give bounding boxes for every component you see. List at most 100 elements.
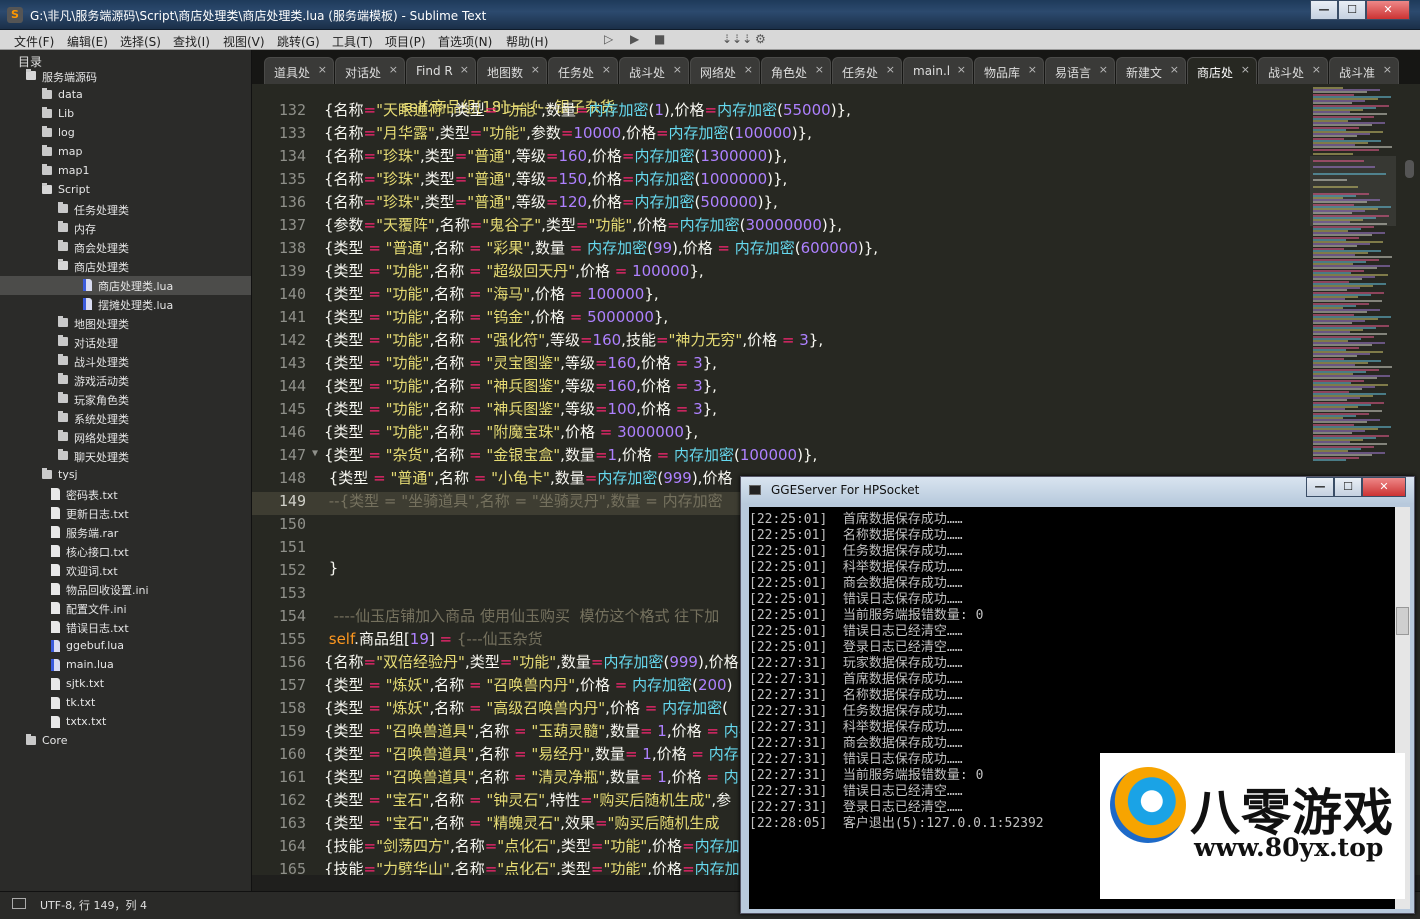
tab-label: 网络处 xyxy=(700,66,737,80)
tree-item[interactable]: 更新日志.txt xyxy=(0,504,251,523)
tree-item[interactable]: 服务端源码 xyxy=(0,67,251,86)
console-minimize-button[interactable]: — xyxy=(1306,477,1334,497)
gear-icon[interactable]: ⚙ xyxy=(755,32,766,46)
tab-close-icon[interactable]: × xyxy=(602,63,611,76)
code-token: = xyxy=(545,147,559,165)
tree-item[interactable]: Lib xyxy=(0,105,251,124)
step-icon[interactable]: ▶ xyxy=(630,32,639,46)
tree-item[interactable]: sjtk.txt xyxy=(0,675,251,694)
tree-item[interactable]: 欢迎词.txt xyxy=(0,561,251,580)
tree-item[interactable]: 玩家角色类 xyxy=(0,390,251,409)
menu-find[interactable]: 查找(I) xyxy=(173,33,210,50)
maximize-button[interactable]: ☐ xyxy=(1338,0,1366,20)
tree-item[interactable]: 摆摊处理类.lua xyxy=(0,295,251,314)
minimize-button[interactable]: — xyxy=(1310,0,1338,20)
tree-item[interactable]: 物品回收设置.ini xyxy=(0,580,251,599)
tree-item[interactable]: main.lua xyxy=(0,656,251,675)
menu-view[interactable]: 视图(V) xyxy=(223,33,265,50)
tree-item[interactable]: 配置文件.ini xyxy=(0,599,251,618)
tree-item[interactable]: 内存 xyxy=(0,219,251,238)
menu-help[interactable]: 帮助(H) xyxy=(506,33,548,50)
tree-item[interactable]: map1 xyxy=(0,162,251,181)
tab-item[interactable]: 物品库 × xyxy=(974,57,1044,84)
tab-item[interactable]: 任务处 × xyxy=(832,57,902,84)
menu-project[interactable]: 项目(P) xyxy=(385,33,426,50)
tab-close-icon[interactable]: × xyxy=(1383,63,1392,76)
code-token: ] xyxy=(428,630,440,648)
tree-item[interactable]: 任务处理类 xyxy=(0,200,251,219)
tab-item[interactable]: main.l × xyxy=(903,57,973,84)
menu-tools[interactable]: 工具(T) xyxy=(332,33,373,50)
tab-close-icon[interactable]: × xyxy=(815,63,824,76)
menu-file[interactable]: 文件(F) xyxy=(14,33,54,50)
tab-close-icon[interactable]: × xyxy=(318,63,327,76)
tab-close-icon[interactable]: × xyxy=(886,63,895,76)
tree-item-label: 商店处理类.lua xyxy=(98,280,174,293)
tab-close-icon[interactable]: × xyxy=(460,63,469,76)
console-scroll-thumb[interactable] xyxy=(1396,607,1409,635)
tree-item[interactable]: data xyxy=(0,86,251,105)
tab-close-icon[interactable]: × xyxy=(1241,63,1250,76)
tree-item[interactable]: ggebuf.lua xyxy=(0,637,251,656)
code-token: ,价格 xyxy=(575,676,615,694)
tree-item[interactable]: 服务端.rar xyxy=(0,523,251,542)
menu-edit[interactable]: 编辑(E) xyxy=(67,33,108,50)
tree-item[interactable]: 商店处理类.lua xyxy=(0,276,251,295)
play-icon[interactable]: ▷ xyxy=(604,32,613,46)
tab-item[interactable]: 网络处 × xyxy=(690,57,760,84)
tree-item[interactable]: 商会处理类 xyxy=(0,238,251,257)
tab-close-icon[interactable]: × xyxy=(744,63,753,76)
tree-item[interactable]: Script xyxy=(0,181,251,200)
tree-item[interactable]: 错误日志.txt xyxy=(0,618,251,637)
scrollbar-thumb[interactable] xyxy=(1405,160,1414,178)
menu-selection[interactable]: 选择(S) xyxy=(120,33,161,50)
tree-item[interactable]: 网络处理类 xyxy=(0,428,251,447)
step-over-icon[interactable]: ⇣⇣⇣ xyxy=(722,32,752,46)
tree-item[interactable]: map xyxy=(0,143,251,162)
fold-marker-icon[interactable]: ▼ xyxy=(312,448,318,459)
tab-close-icon[interactable]: × xyxy=(1028,63,1037,76)
console-close-button[interactable]: ✕ xyxy=(1362,477,1406,497)
tab-item[interactable]: 商店处 × xyxy=(1187,57,1257,84)
tab-item[interactable]: 地图数 × xyxy=(477,57,547,84)
tab-item[interactable]: Find R × xyxy=(406,57,476,84)
tree-item[interactable]: log xyxy=(0,124,251,143)
tree-item[interactable]: 商店处理类 xyxy=(0,257,251,276)
tab-item[interactable]: 新建文 × xyxy=(1116,57,1186,84)
tree-item[interactable]: 游戏活动类 xyxy=(0,371,251,390)
tree-item[interactable]: 核心接口.txt xyxy=(0,542,251,561)
close-button[interactable]: ✕ xyxy=(1366,0,1410,20)
tab-item[interactable]: 对话处 × xyxy=(335,57,405,84)
tab-item[interactable]: 战斗处 × xyxy=(1258,57,1328,84)
tab-item[interactable]: 战斗处 × xyxy=(619,57,689,84)
tab-close-icon[interactable]: × xyxy=(673,63,682,76)
stop-icon[interactable]: ■ xyxy=(654,32,665,46)
tab-close-icon[interactable]: × xyxy=(1170,63,1179,76)
tab-close-icon[interactable]: × xyxy=(1312,63,1321,76)
tab-item[interactable]: 道具处 × xyxy=(264,57,334,84)
tree-item[interactable]: 聊天处理类 xyxy=(0,447,251,466)
tree-item[interactable]: 地图处理类 xyxy=(0,314,251,333)
tree-item[interactable]: 密码表.txt xyxy=(0,485,251,504)
monitor-icon[interactable] xyxy=(12,898,26,909)
tab-close-icon[interactable]: × xyxy=(389,63,398,76)
tree-item[interactable]: 系统处理类 xyxy=(0,409,251,428)
tree-item[interactable]: 战斗处理类 xyxy=(0,352,251,371)
tree-item[interactable]: Core xyxy=(0,732,251,751)
tree-item[interactable]: tysj xyxy=(0,466,251,485)
tree-item[interactable]: tk.txt xyxy=(0,694,251,713)
menu-preferences[interactable]: 首选项(N) xyxy=(438,33,492,50)
tab-item[interactable]: 任务处 × xyxy=(548,57,618,84)
menu-goto[interactable]: 跳转(G) xyxy=(277,33,320,50)
tab-close-icon[interactable]: × xyxy=(1099,63,1108,76)
tree-item[interactable]: txtx.txt xyxy=(0,713,251,732)
tab-item[interactable]: 战斗准 × xyxy=(1329,57,1399,84)
tab-close-icon[interactable]: × xyxy=(957,63,966,76)
console-maximize-button[interactable]: ☐ xyxy=(1334,477,1362,497)
tab-item[interactable]: 角色处 × xyxy=(761,57,831,84)
tree-item[interactable]: 对话处理 xyxy=(0,333,251,352)
tab-item[interactable]: 易语言 × xyxy=(1045,57,1115,84)
code-token: 内存加 xyxy=(694,860,740,875)
tab-close-icon[interactable]: × xyxy=(531,63,540,76)
code-token: "普通" xyxy=(467,170,512,188)
